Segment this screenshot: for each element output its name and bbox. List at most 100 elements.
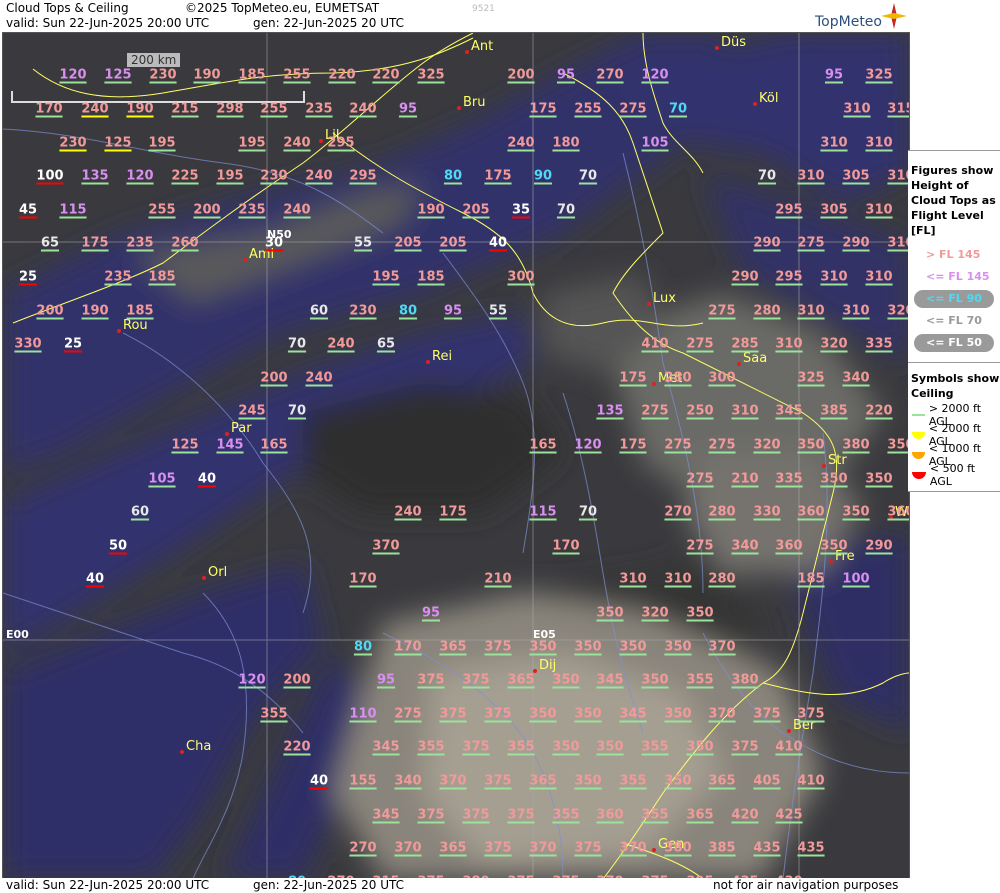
legend-tops-item: <= FL 90 [908, 288, 1000, 310]
flight-level-label: 270 [349, 840, 377, 856]
flight-level-label: 365 [686, 807, 714, 823]
topmeteo-logo: TopMeteo [815, 14, 882, 30]
flight-level-label: 210 [731, 471, 759, 487]
city-label: Cha [179, 739, 212, 754]
flight-level-label: 115 [59, 202, 87, 218]
flight-level-label: 385 [708, 840, 736, 856]
flight-level-label: 55 [353, 235, 373, 251]
flight-level-label: 200 [507, 67, 535, 83]
flight-level-label: 70 [287, 336, 307, 352]
flight-level-label: 170 [394, 639, 422, 655]
legend-tops-item: <= FL 50 [908, 332, 1000, 354]
flight-level-label: 275 [664, 437, 692, 453]
flight-level-label: 355 [619, 773, 647, 789]
flight-level-label: 255 [148, 202, 176, 218]
flight-level-label: 280 [664, 370, 692, 386]
flight-level-label: 345 [775, 403, 803, 419]
compass-icon [881, 3, 907, 29]
flight-level-label: 135 [596, 403, 624, 419]
flight-level-label: 350 [529, 706, 557, 722]
flight-level-label: 310 [865, 202, 893, 218]
flight-level-label: 310 [820, 135, 848, 151]
city-label: Dij [532, 658, 557, 673]
flight-level-label: 240 [349, 101, 377, 117]
footer-gen-time: gen: 22-Jun-2025 20 UTC [253, 878, 405, 892]
flight-level-label: 220 [283, 739, 311, 755]
flight-level-label: 190 [417, 202, 445, 218]
city-label: Lux [647, 291, 676, 306]
legend-panel: Figures show Height of Cloud Tops as Fli… [908, 150, 1000, 492]
map-background [3, 33, 909, 879]
legend-tops-label: > FL 145 [926, 248, 981, 261]
grid-label-e00: E00 [6, 628, 29, 641]
city-label: Str [822, 453, 847, 468]
flight-level-label: 70 [556, 202, 576, 218]
flight-level-label: 375 [753, 706, 781, 722]
flight-level-label: 100 [842, 571, 870, 587]
flight-level-label: 185 [238, 67, 266, 83]
flight-level-label: 385 [820, 403, 848, 419]
flight-level-label: 100 [36, 168, 64, 184]
flight-level-label: 70 [578, 168, 598, 184]
flight-level-label: 230 [149, 67, 177, 83]
legend-tops: > FL 145 <= FL 145 <= FL 90 <= FL 70 <= FL 5… [908, 244, 1000, 354]
flight-level-label: 110 [349, 706, 377, 722]
flight-level-label: 230 [349, 303, 377, 319]
image-code: 9521 [472, 4, 495, 14]
satellite-map[interactable]: 200 km N50 E00 E05 Ant Düs Bru Köl Lil Ami Lux… [2, 32, 910, 880]
flight-level-label: 205 [439, 235, 467, 251]
flight-level-label: 185 [126, 303, 154, 319]
flight-level-label: 380 [664, 840, 692, 856]
flight-level-label: 365 [529, 773, 557, 789]
flight-level-label: 350 [820, 471, 848, 487]
flight-level-label: 375 [484, 639, 512, 655]
flight-level-label: 115 [529, 504, 557, 520]
city-label: Köl [752, 91, 779, 106]
flight-level-label: 65 [376, 336, 396, 352]
flight-level-label: 350 [574, 773, 602, 789]
flight-level-label: 375 [574, 840, 602, 856]
flight-level-label: 310 [865, 135, 893, 151]
valid-time: valid: Sun 22-Jun-2025 20:00 UTC [6, 16, 210, 30]
flight-level-label: 350 [596, 605, 624, 621]
flight-level-label: 125 [171, 437, 199, 453]
flight-level-label: 350 [820, 538, 848, 554]
city-label: Düs [714, 35, 747, 50]
flight-level-label: 350 [887, 437, 909, 453]
flight-level-label: 230 [59, 135, 87, 151]
flight-level-label: 55 [488, 303, 508, 319]
flight-level-label: 295 [327, 135, 355, 151]
flight-level-label: 205 [462, 202, 490, 218]
flight-level-label: 145 [216, 437, 244, 453]
flight-level-label: 275 [686, 538, 714, 554]
flight-level-label: 240 [327, 336, 355, 352]
flight-level-label: 185 [797, 571, 825, 587]
flight-level-label: 95 [421, 605, 441, 621]
flight-level-label: 370 [372, 538, 400, 554]
flight-level-label: 240 [283, 135, 311, 151]
flight-level-label: 405 [753, 773, 781, 789]
flight-level-label: 320 [887, 303, 909, 319]
city-label: Bru [457, 95, 486, 110]
flight-level-label: 375 [731, 739, 759, 755]
flight-level-label: 355 [417, 739, 445, 755]
flight-level-label: 350 [664, 639, 692, 655]
flight-level-label: 200 [193, 202, 221, 218]
flight-level-label: 40 [488, 235, 508, 251]
flight-level-label: 410 [775, 739, 803, 755]
flight-level-label: 165 [260, 437, 288, 453]
legend-ceiling: > 2000 ft AGL < 2000 ft AGL < 1000 ft AGL <… [908, 402, 1000, 488]
flight-level-label: 60 [309, 303, 329, 319]
flight-level-label: 325 [417, 67, 445, 83]
flight-level-label: 375 [462, 672, 490, 688]
flight-level-label: 120 [238, 672, 266, 688]
flight-level-label: 310 [887, 168, 909, 184]
flight-level-label: 420 [731, 807, 759, 823]
flight-level-label: 65 [40, 235, 60, 251]
flight-level-label: 310 [797, 168, 825, 184]
flight-level-label: 355 [552, 807, 580, 823]
flight-level-label: 30 [264, 235, 284, 251]
flight-level-label: 320 [641, 605, 669, 621]
flight-level-label: 90 [533, 168, 553, 184]
flight-level-label: 310 [797, 303, 825, 319]
